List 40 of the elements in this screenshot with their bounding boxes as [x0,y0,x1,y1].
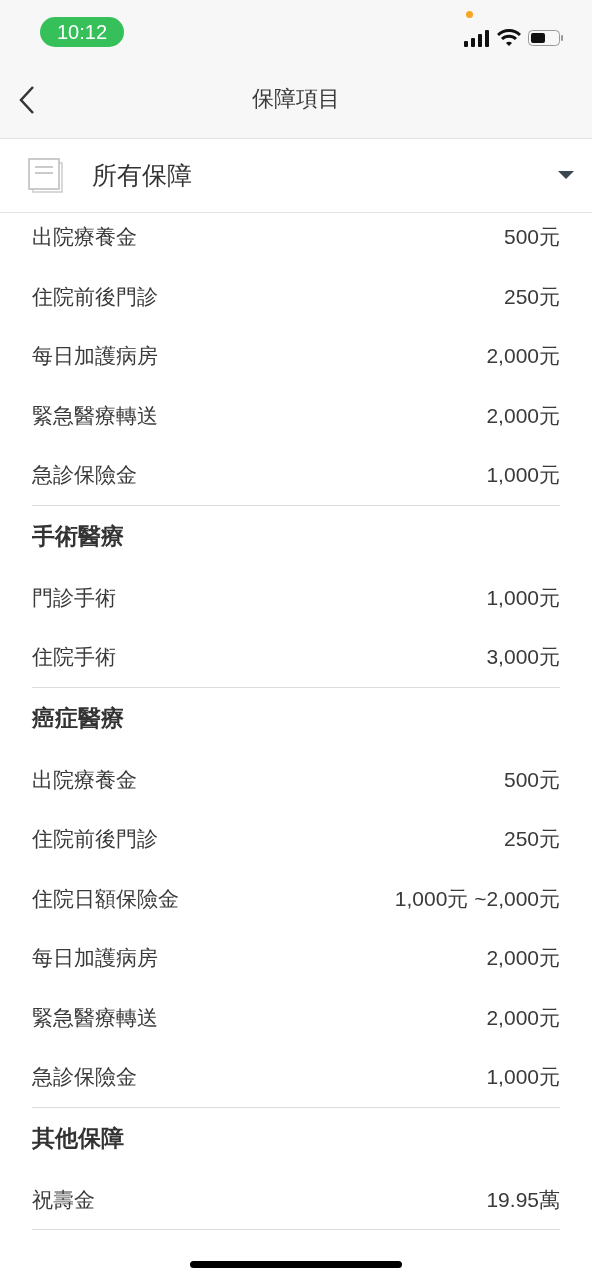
caret-icon [558,170,574,181]
coverage-amount: 19.95萬 [486,1186,560,1213]
coverage-amount: 2,000元 [486,402,560,429]
document-icon [28,157,64,194]
coverage-amount: 2,000元 [486,945,560,971]
coverage-name: 住院手術 [32,644,116,670]
status-time: 10:12 [40,16,124,47]
coverage-name: 住院前後門診 [32,283,158,310]
section-heading: 手術醫療 [32,522,124,552]
wifi-icon [497,28,521,47]
coverage-name: 門診手術 [32,584,116,611]
coverage-name: 出院療養金 [32,224,137,250]
battery-icon [528,28,564,47]
coverage-amount: 1,000元 [486,584,560,611]
coverage-amount: 2,000元 [486,343,560,369]
section-heading: 其他保障 [32,1124,124,1154]
coverage-name: 每日加護病房 [32,945,158,971]
coverage-amount: 250元 [503,826,560,852]
coverage-name: 緊急醫療轉送 [32,1004,158,1031]
coverage-name: 祝壽金 [32,1186,95,1213]
coverage-name: 每日加護病房 [32,343,158,369]
coverage-name: 急診保險金 [32,462,137,488]
signal-icon [464,28,490,47]
coverage-amount: 1,000元 [486,462,560,488]
section-heading: 癌症醫療 [32,704,124,734]
coverage-filter-dropdown[interactable]: 所有保障 [0,138,592,213]
coverage-name: 住院前後門診 [32,826,158,852]
coverage-amount: 2,000元 [486,1004,560,1031]
coverage-amount: 3,000元 [486,644,560,670]
coverage-name: 出院療養金 [32,766,137,793]
back-icon[interactable] [18,85,36,115]
coverage-amount: 1,000元 [486,1064,560,1090]
coverage-amount: 500元 [503,766,560,793]
coverage-amount: 500元 [503,224,560,250]
coverage-name: 住院日額保險金 [32,885,179,912]
coverage-amount: 250元 [503,283,560,310]
coverage-amount: 1,000元 ~2,000元 [394,885,560,912]
coverage-name: 急診保險金 [32,1064,137,1090]
page-title: 保障項目 [252,85,340,113]
coverage-name: 緊急醫療轉送 [32,402,158,429]
